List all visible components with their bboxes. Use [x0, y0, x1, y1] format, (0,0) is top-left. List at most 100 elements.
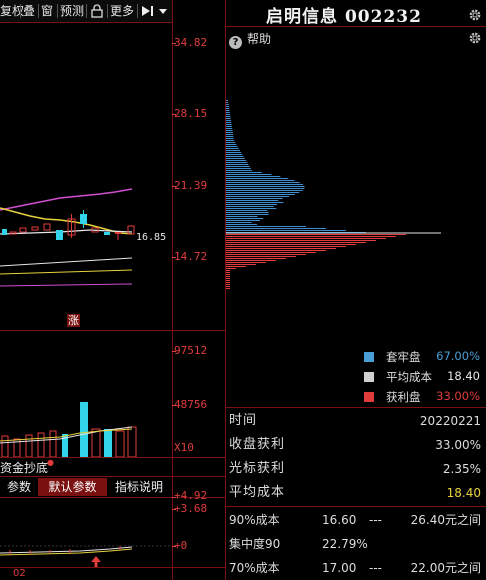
volume-chart[interactable]: [0, 331, 172, 457]
chip-bar: [226, 226, 306, 227]
chip-bar: [226, 188, 305, 189]
chip-bar: [226, 206, 274, 207]
chip-bar: [226, 114, 231, 115]
cost-low: 22.79%: [322, 537, 368, 551]
info-key: 光标获利: [229, 461, 286, 476]
chip-bar: [226, 118, 231, 119]
chip-bar: [226, 112, 230, 113]
toolbar-more[interactable]: 更多: [110, 3, 134, 19]
legend-swatch-red: [364, 392, 374, 402]
chip-bar: [226, 228, 326, 229]
indicator-bottom-border: [0, 567, 226, 568]
chip-bar: [226, 252, 316, 253]
chip-bar: [226, 150, 240, 151]
toolbar-separator: [57, 4, 58, 18]
chip-bar: [226, 274, 230, 275]
chip-bar: [226, 156, 244, 157]
chevron-down-icon[interactable]: [157, 4, 169, 18]
cost-row-concentration: 集中度90 22.79%: [229, 532, 485, 556]
tab-indicator-help[interactable]: 指标说明: [107, 478, 171, 496]
chart-toolbar: 复权 叠 窗 预测 更多: [0, 0, 172, 23]
price-tick-label: 28.15: [174, 107, 208, 120]
tab-default-params[interactable]: 默认参数: [39, 478, 107, 496]
candle: [31, 226, 39, 231]
indicator-tick-label: +0: [174, 539, 188, 552]
cost-high: 22.00元之间: [410, 561, 481, 575]
legend-avg-cost: 平均成本 18.40: [364, 369, 484, 385]
toolbar-separator: [86, 4, 87, 18]
indicator-date-label: 02: [13, 568, 26, 579]
chip-bar: [226, 100, 228, 101]
candle: [19, 227, 27, 233]
chip-bar: [226, 124, 232, 125]
stock-title: 启明信息 002232: [266, 7, 422, 27]
toolbar-window[interactable]: 窗: [41, 3, 53, 19]
info-value: 20220221: [419, 414, 481, 428]
candle: [2, 229, 7, 235]
legend-trapped: 套牢盘 67.00%: [364, 349, 484, 365]
chip-bar: [226, 160, 246, 161]
band-line-magenta: [0, 283, 133, 287]
chip-bar: [226, 204, 278, 205]
tab-params[interactable]: 参数: [0, 478, 39, 496]
chip-bar: [226, 174, 272, 175]
chip-bar: [226, 158, 245, 159]
chip-bar: [226, 200, 279, 201]
legend-swatch-blue: [364, 352, 374, 362]
legend-value: 67.00%: [436, 349, 480, 363]
chip-bar: [226, 108, 230, 109]
chip-bar: [226, 256, 296, 257]
legend-label: 平均成本: [386, 370, 432, 384]
volume-tick-label: 48756: [174, 398, 208, 411]
chip-bar: [226, 240, 376, 241]
chip-bar: [226, 116, 231, 117]
toolbar-separator: [107, 4, 108, 18]
chip-bar: [226, 278, 230, 279]
chip-bar: [226, 234, 406, 235]
volume-unit-label: X10: [174, 441, 194, 454]
price-axis-border: [172, 0, 173, 580]
band-line-white: [0, 257, 133, 267]
chip-bar: [226, 104, 229, 105]
limit-up-marker[interactable]: 涨: [67, 314, 80, 327]
indicator-chart[interactable]: [0, 498, 172, 567]
toolbar-forecast[interactable]: 预测: [60, 3, 84, 19]
chip-bar: [226, 182, 300, 183]
chip-bar: [226, 244, 356, 245]
chip-bar: [226, 246, 346, 247]
info-value: 2.35%: [442, 462, 481, 476]
volume-bar: [104, 429, 112, 457]
chip-bar: [226, 260, 276, 261]
chip-bar: [226, 136, 234, 137]
lock-icon[interactable]: [90, 4, 104, 18]
chip-bar: [226, 220, 261, 221]
toolbar-overlay[interactable]: 叠: [23, 3, 35, 19]
chip-bar: [226, 144, 237, 145]
ma-line-long: [0, 188, 133, 211]
chip-bar: [226, 176, 281, 177]
chip-bar: [226, 198, 283, 199]
toolbar-separator: [20, 4, 21, 18]
price-tick-label: 14.72: [174, 250, 208, 263]
volume-bar: [115, 430, 125, 457]
chip-bar: [226, 122, 232, 123]
chip-bar: [226, 106, 229, 107]
chip-distribution-chart[interactable]: [226, 40, 486, 344]
cost-row-70: 70%成本 17.00 --- 22.00元之间: [229, 556, 485, 580]
legend-value: 33.00%: [436, 389, 480, 403]
chip-bar: [226, 288, 230, 289]
volume-bar: [37, 432, 45, 457]
chip-bar: [226, 222, 252, 223]
chip-bar: [226, 250, 326, 251]
chip-bar: [226, 146, 238, 147]
play-to-end-icon[interactable]: [140, 4, 156, 18]
volume-bar: [1, 435, 9, 457]
indicator-title[interactable]: 资金抄底: [0, 459, 48, 476]
chip-bar: [226, 134, 234, 135]
cost-label: 90%成本: [229, 513, 280, 527]
gear-icon[interactable]: [468, 8, 482, 22]
chip-bar: [226, 218, 264, 219]
chip-bar: [226, 152, 242, 153]
current-price-label: 16.85: [136, 232, 167, 243]
kline-chart[interactable]: [0, 22, 172, 330]
